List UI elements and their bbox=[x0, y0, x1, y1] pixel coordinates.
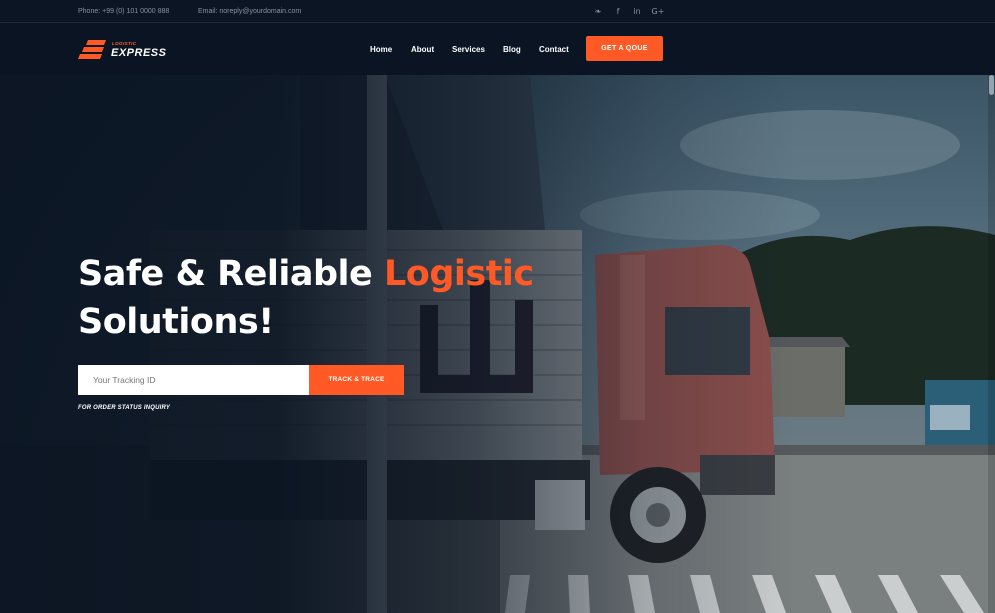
phone-text: Phone: +99 (0) 101 0000 888 bbox=[78, 8, 170, 15]
top-info-bar: Phone: +99 (0) 101 0000 888 Email: norep… bbox=[0, 0, 995, 23]
headline-part1: Safe & Reliable bbox=[78, 254, 384, 294]
order-status-hint: FOR ORDER STATUS INQUIRY bbox=[78, 405, 171, 411]
nav-services[interactable]: Services bbox=[452, 45, 485, 54]
scrollbar-thumb[interactable] bbox=[989, 75, 994, 95]
nav-contact[interactable]: Contact bbox=[539, 45, 569, 54]
email-text[interactable]: Email: noreply@yourdomain.com bbox=[198, 8, 301, 15]
twitter-icon[interactable]: ❧ bbox=[591, 6, 605, 17]
facebook-icon[interactable]: f bbox=[611, 6, 625, 17]
headline-accent: Logistic bbox=[383, 254, 534, 294]
headline-part2: Solutions! bbox=[78, 302, 274, 342]
logo[interactable]: LOGISTIC EXPRESS bbox=[78, 38, 168, 62]
linkedin-icon[interactable]: in bbox=[630, 6, 644, 17]
page-scrollbar[interactable] bbox=[988, 75, 995, 613]
tracking-id-input[interactable] bbox=[78, 365, 309, 395]
google-plus-icon[interactable]: G+ bbox=[651, 6, 665, 17]
logo-small-text: LOGISTIC bbox=[112, 41, 137, 46]
get-a-quote-button[interactable]: GET A QOUE bbox=[586, 36, 663, 61]
nav-about[interactable]: About bbox=[411, 45, 434, 54]
logo-mark-icon bbox=[78, 40, 106, 59]
main-navbar: LOGISTIC EXPRESS Home About Services Blo… bbox=[0, 24, 995, 75]
nav-home[interactable]: Home bbox=[370, 45, 392, 54]
hero-section: Safe & Reliable Logistic Solutions! TRAC… bbox=[0, 75, 995, 613]
track-and-trace-button[interactable]: TRACK & TRACE bbox=[309, 365, 404, 395]
nav-blog[interactable]: Blog bbox=[503, 45, 521, 54]
logo-brand-text: EXPRESS bbox=[111, 47, 167, 59]
hero-headline: Safe & Reliable Logistic Solutions! bbox=[78, 250, 534, 346]
